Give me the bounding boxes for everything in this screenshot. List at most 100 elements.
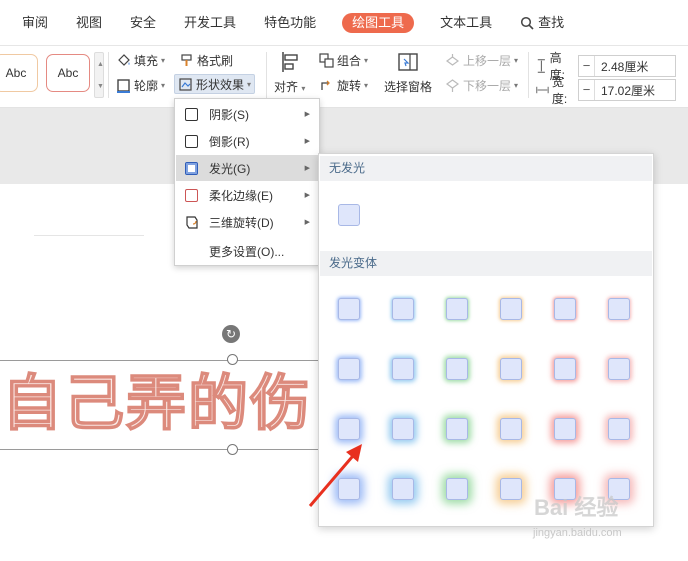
selection-pane-button[interactable]: 选择窗格 <box>384 50 432 95</box>
menu-item-reflection[interactable]: 倒影(R) ▶ <box>176 128 318 154</box>
glow-variants-header: 发光变体 <box>320 251 652 276</box>
chevron-down-icon: ▾ <box>301 84 306 93</box>
chevron-right-icon: ▶ <box>304 165 310 172</box>
gallery-down-icon: ▼ <box>97 83 104 90</box>
glow-variant-swatch[interactable] <box>446 478 468 500</box>
search-icon <box>521 16 534 30</box>
chevron-right-icon: ▶ <box>304 192 310 199</box>
bring-forward-icon <box>445 53 460 66</box>
width-icon <box>536 86 549 94</box>
chevron-down-icon: ▾ <box>247 79 252 89</box>
rotate-handle-icon[interactable]: ↻ <box>222 325 240 343</box>
height-input[interactable] <box>595 59 675 73</box>
chevron-down-icon: ▾ <box>161 80 166 90</box>
glow-variant-swatch[interactable] <box>446 358 468 380</box>
search-button[interactable]: 查找 <box>518 13 566 33</box>
align-icon <box>281 52 298 72</box>
glow-variant-swatch[interactable] <box>392 298 414 320</box>
shape-effect-button[interactable]: 形状效果 ▾ <box>174 74 256 94</box>
group-label: 组合 <box>337 53 362 68</box>
resize-handle-bottom[interactable] <box>227 444 238 455</box>
glow-variant-swatch[interactable] <box>608 298 630 320</box>
chevron-right-icon: ▶ <box>304 111 310 118</box>
glow-variant-swatch[interactable] <box>554 358 576 380</box>
align-label: 对齐 <box>274 80 299 94</box>
glow-variant-swatch[interactable] <box>338 418 360 440</box>
fill-button[interactable]: 填充 ▾ <box>113 50 168 70</box>
style-gallery-more[interactable]: ▲ ▼ <box>94 52 104 98</box>
menu-item-soft-edges[interactable]: 柔化边缘(E) ▶ <box>176 182 318 208</box>
menu-tab-bar: 审阅 视图 安全 开发工具 特色功能 绘图工具 文本工具 查找 <box>0 0 688 46</box>
annotation-arrow-icon <box>308 444 362 507</box>
glow-variant-swatch[interactable] <box>500 298 522 320</box>
rotate-icon <box>321 80 330 90</box>
no-glow-header: 无发光 <box>320 156 652 181</box>
width-input[interactable] <box>595 83 675 97</box>
width-field[interactable]: − <box>578 79 676 101</box>
glow-variant-swatch[interactable] <box>608 418 630 440</box>
glow-variant-swatch[interactable] <box>392 478 414 500</box>
tab-security[interactable]: 安全 <box>128 13 158 33</box>
menu-item-label: 柔化边缘(E) <box>209 188 273 203</box>
art-text: 自己弄的伤 <box>2 368 312 440</box>
menu-item-label: 发光(G) <box>209 161 251 176</box>
menu-item-label: 三维旋转(D) <box>209 215 274 230</box>
glow-variant-swatch[interactable] <box>338 298 360 320</box>
gallery-up-icon: ▲ <box>97 61 104 68</box>
ribbon-divider <box>266 52 267 98</box>
menu-item-shadow[interactable]: 阴影(S) ▶ <box>176 101 318 127</box>
fill-label: 填充 <box>134 53 159 68</box>
chevron-down-icon: ▾ <box>364 55 369 65</box>
glow-variant-swatch[interactable] <box>446 298 468 320</box>
glow-variant-swatch[interactable] <box>554 298 576 320</box>
reflection-icon <box>185 134 198 148</box>
menu-item-label: 阴影(S) <box>209 107 249 122</box>
rotate-label: 旋转 <box>337 78 362 93</box>
glow-variant-swatch[interactable] <box>446 418 468 440</box>
glow-variant-swatch[interactable] <box>500 478 522 500</box>
menu-item-3d-rotation[interactable]: 三维旋转(D) ▶ <box>176 209 318 235</box>
shape-style-1[interactable]: Abc <box>0 54 38 92</box>
glow-variant-swatch[interactable] <box>392 418 414 440</box>
glow-icon <box>185 161 198 175</box>
tab-drawing-tools[interactable]: 绘图工具 <box>342 12 415 33</box>
glow-variant-swatch[interactable] <box>554 418 576 440</box>
drawing-tools-ribbon: Abc Abc ▲ ▼ 填充 ▾ 轮廓 ▾ 格式刷 形状效果 ▾ 对齐 ▾ 组合… <box>0 46 688 108</box>
glow-variant-swatch[interactable] <box>608 358 630 380</box>
glow-none-option[interactable] <box>338 204 360 226</box>
format-painter-button[interactable]: 格式刷 <box>176 50 236 70</box>
tab-view[interactable]: 视图 <box>74 13 104 33</box>
outline-button[interactable]: 轮廓 ▾ <box>113 75 168 95</box>
selection-pane-icon <box>398 53 418 71</box>
width-label: 宽度: <box>551 75 568 106</box>
tab-developer-tools[interactable]: 开发工具 <box>182 13 238 33</box>
watermark-logo: Bai 经验 <box>534 495 619 520</box>
bring-forward-label: 上移一层 <box>463 53 512 68</box>
shape-effect-icon <box>179 77 192 91</box>
tab-special-features[interactable]: 特色功能 <box>262 13 318 33</box>
tab-review[interactable]: 审阅 <box>20 13 50 33</box>
group-icon <box>319 52 334 68</box>
width-decrement-button[interactable]: − <box>579 80 595 100</box>
glow-variant-swatch[interactable] <box>500 358 522 380</box>
menu-item-label: 倒影(R) <box>209 134 250 149</box>
ribbon-divider <box>528 52 529 98</box>
chevron-down-icon: ▾ <box>514 55 519 65</box>
glow-variant-swatch[interactable] <box>500 418 522 440</box>
chevron-down-icon: ▾ <box>161 55 166 65</box>
tab-text-tools[interactable]: 文本工具 <box>438 13 494 33</box>
shape-style-2[interactable]: Abc <box>46 54 90 92</box>
group-button[interactable]: 组合 ▾ <box>316 50 371 70</box>
menu-item-glow[interactable]: 发光(G) ▶ <box>176 155 318 181</box>
bring-forward-button[interactable]: 上移一层 ▾ <box>442 50 521 70</box>
align-button[interactable]: 对齐 ▾ <box>274 50 305 95</box>
glow-variant-swatch[interactable] <box>392 358 414 380</box>
height-icon <box>537 59 545 73</box>
outline-icon <box>117 78 130 93</box>
shape-effect-menu: 阴影(S) ▶ 倒影(R) ▶ 发光(G) ▶ 柔化边缘(E) ▶ 三维旋转(D… <box>174 98 320 266</box>
menu-item-more-settings[interactable]: 更多设置(O)... <box>176 238 318 264</box>
rotate-button[interactable]: 旋转 ▾ <box>316 75 371 95</box>
send-backward-button[interactable]: 下移一层 ▾ <box>442 75 521 95</box>
chevron-down-icon: ▾ <box>514 80 519 90</box>
glow-variant-swatch[interactable] <box>338 358 360 380</box>
